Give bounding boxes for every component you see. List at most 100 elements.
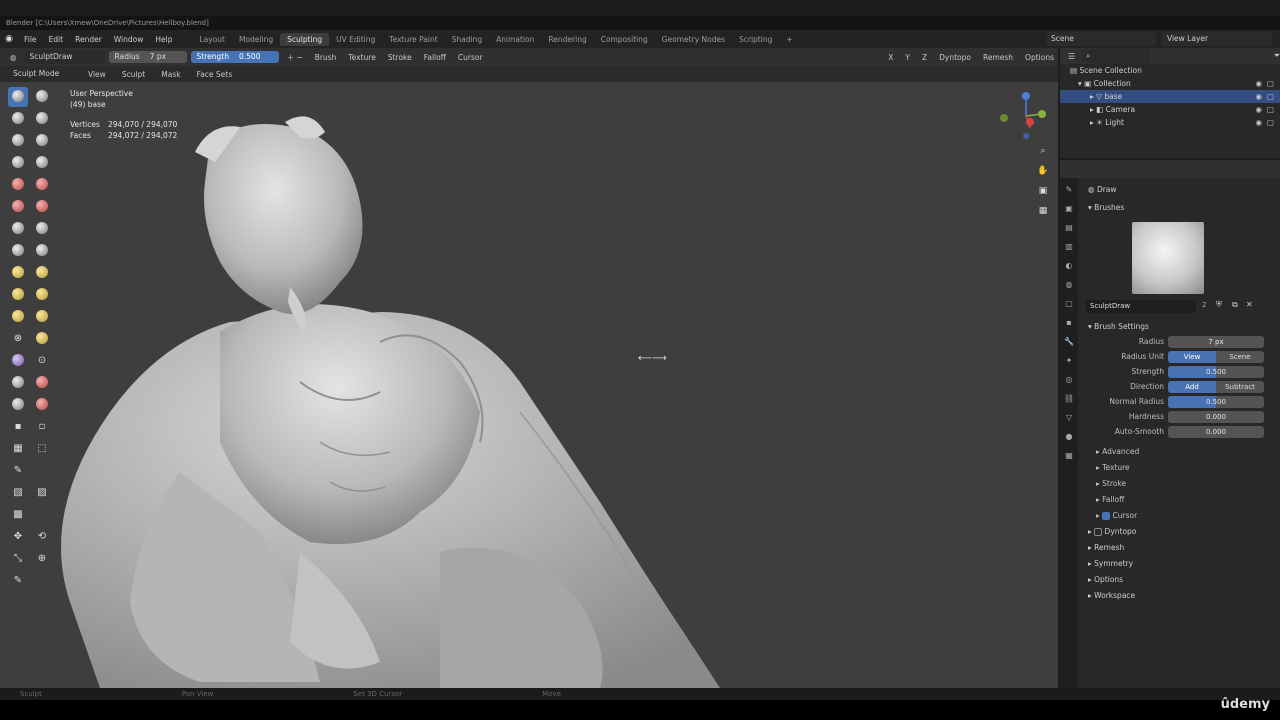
multires-displacement-eraser-icon[interactable] [8, 395, 28, 415]
layer-brush-icon[interactable] [32, 131, 52, 151]
radius-field[interactable]: 7 px [1168, 336, 1264, 348]
multires-displacement-smear-icon[interactable] [32, 395, 52, 415]
clay-strips-brush-icon[interactable] [32, 109, 52, 129]
collection-row[interactable]: ▾ ▣ Collection ◉ ▢ [1060, 77, 1280, 90]
output-tab-icon[interactable]: ▤ [1063, 223, 1075, 235]
brushes-panel-header[interactable]: ▾ Brushes [1080, 200, 1280, 216]
view-layer-selector[interactable]: View Layer [1162, 32, 1272, 46]
menu-mask[interactable]: Mask [157, 70, 184, 79]
zoom-icon[interactable]: ⌕ [1036, 146, 1050, 160]
simplify-brush-icon[interactable]: ⊙ [32, 351, 52, 371]
menu-brush[interactable]: Brush [311, 53, 341, 62]
pose-brush-icon[interactable] [32, 285, 52, 305]
eye-icon[interactable]: ◉ [1255, 90, 1262, 103]
modifier-tab-icon[interactable]: 🔧 [1063, 337, 1075, 349]
add-subtract-icon[interactable]: ＋ − [283, 52, 307, 63]
multiplane-scrape-brush-icon[interactable] [32, 219, 52, 239]
pan-hand-icon[interactable]: ✋ [1036, 166, 1050, 180]
menu-falloff[interactable]: Falloff [420, 53, 450, 62]
menu-cursor[interactable]: Cursor [454, 53, 487, 62]
object-tab-icon[interactable]: ▪ [1063, 318, 1075, 330]
physics-tab-icon[interactable]: ◎ [1063, 375, 1075, 387]
texture-tab-icon[interactable]: ▦ [1063, 451, 1075, 463]
editor-type-icon[interactable]: ☰ [1068, 52, 1075, 61]
menu-help[interactable]: Help [149, 35, 178, 44]
menu-render[interactable]: Render [69, 35, 108, 44]
brush-icon[interactable]: ◍ [6, 53, 21, 62]
filter-icon[interactable]: ⏷ [1274, 51, 1280, 61]
autosmooth-slider[interactable]: 0.000 [1168, 426, 1264, 438]
menu-edit[interactable]: Edit [43, 35, 70, 44]
blob-brush-icon[interactable] [32, 153, 52, 173]
radius-slider[interactable]: Radius 7 px [108, 51, 187, 63]
outliner-item-light[interactable]: ▸ ☀ Light ◉ ▢ [1060, 116, 1280, 129]
eye-icon[interactable]: ◉ [1255, 116, 1262, 129]
draw-brush-icon[interactable] [8, 87, 28, 107]
render-camera-icon[interactable]: ▢ [1267, 116, 1274, 129]
fake-user-shield-icon[interactable]: ⛨ [1216, 300, 1222, 310]
tab-modeling[interactable]: Modeling [232, 33, 280, 46]
annotate-tool-icon[interactable]: ✎ [8, 571, 28, 591]
boundary-brush-icon[interactable] [32, 329, 52, 349]
panel-dyntopo[interactable]: ▸ Dyntopo [1080, 524, 1280, 540]
duplicate-brush-icon[interactable]: ⧉ [1232, 300, 1238, 310]
elastic-deform-brush-icon[interactable] [8, 263, 28, 283]
panel-options[interactable]: ▸ Options [1080, 572, 1280, 588]
axis-x-toggle[interactable]: X [884, 53, 897, 62]
tool-tab-icon[interactable]: ✎ [1063, 185, 1075, 197]
eye-icon[interactable]: ◉ [1255, 103, 1262, 116]
constraints-tab-icon[interactable]: ⛓ [1063, 394, 1075, 406]
draw-face-sets-icon[interactable] [32, 373, 52, 393]
tab-shading[interactable]: Shading [445, 33, 489, 46]
axis-y-toggle[interactable]: Y [901, 53, 914, 62]
radius-unit-scene[interactable]: Scene [1216, 351, 1264, 363]
brush-name-field[interactable]: SculptDraw [1086, 300, 1196, 313]
view-layer-tab-icon[interactable]: ▥ [1063, 242, 1075, 254]
nudge-brush-icon[interactable] [8, 307, 28, 327]
collection-tab-icon[interactable]: ▢ [1063, 299, 1075, 311]
thumb-brush-icon[interactable] [8, 285, 28, 305]
scale-tool-icon[interactable]: ⤡ [8, 549, 28, 569]
box-hide-icon[interactable]: ⬚ [32, 439, 52, 459]
menu-window[interactable]: Window [108, 35, 150, 44]
tab-scripting[interactable]: Scripting [732, 33, 779, 46]
blender-logo-icon[interactable]: ◉ [0, 34, 18, 44]
material-tab-icon[interactable]: ● [1063, 432, 1075, 444]
direction-add[interactable]: Add [1168, 381, 1216, 393]
radius-unit-view[interactable]: View [1168, 351, 1216, 363]
mask-brush-icon[interactable] [8, 373, 28, 393]
grab-brush-icon[interactable] [32, 241, 52, 261]
fill-brush-icon[interactable] [32, 197, 52, 217]
clay-brush-icon[interactable] [8, 109, 28, 129]
particles-tab-icon[interactable]: ✦ [1063, 356, 1075, 368]
box-face-set-icon[interactable]: ✎ [8, 461, 28, 481]
data-tab-icon[interactable]: ▽ [1063, 413, 1075, 425]
strength-slider[interactable]: Strength 0.500 [190, 51, 279, 63]
menu-file[interactable]: File [18, 35, 43, 44]
tab-uv-editing[interactable]: UV Editing [329, 33, 382, 46]
add-workspace-icon[interactable]: + [779, 33, 799, 46]
subpanel-stroke[interactable]: ▸ Stroke [1080, 476, 1280, 492]
scrape-brush-icon[interactable] [8, 219, 28, 239]
world-tab-icon[interactable]: ◍ [1063, 280, 1075, 292]
paint-brush-icon[interactable]: ▪ [8, 417, 28, 437]
outliner-search-field[interactable]: ⌕ [1081, 49, 1152, 63]
rotate-tool-icon[interactable]: ⟲ [32, 527, 52, 547]
menu-sculpt[interactable]: Sculpt [118, 70, 149, 79]
ortho-grid-icon[interactable]: ▦ [1036, 206, 1050, 220]
move-tool-icon[interactable]: ✥ [8, 527, 28, 547]
brush-selector[interactable]: SculptDraw [24, 50, 105, 64]
brush-settings-header[interactable]: ▾ Brush Settings [1080, 319, 1280, 335]
normal-radius-slider[interactable]: 0.500 [1168, 396, 1264, 408]
cursor-checkbox[interactable] [1102, 512, 1111, 520]
scene-selector[interactable]: Scene [1046, 32, 1156, 46]
render-tab-icon[interactable]: ▣ [1063, 204, 1075, 216]
tab-geometry-nodes[interactable]: Geometry Nodes [655, 33, 732, 46]
tab-compositing[interactable]: Compositing [594, 33, 655, 46]
axis-z-toggle[interactable]: Z [918, 53, 931, 62]
scene-tab-icon[interactable]: ◐ [1063, 261, 1075, 273]
outliner-item-base[interactable]: ▸ ▽ base ◉ ▢ [1060, 90, 1280, 103]
transform-tool-icon[interactable]: ⊕ [32, 549, 52, 569]
box-trim-icon[interactable]: ▧ [8, 483, 28, 503]
render-camera-icon[interactable]: ▢ [1267, 90, 1274, 103]
